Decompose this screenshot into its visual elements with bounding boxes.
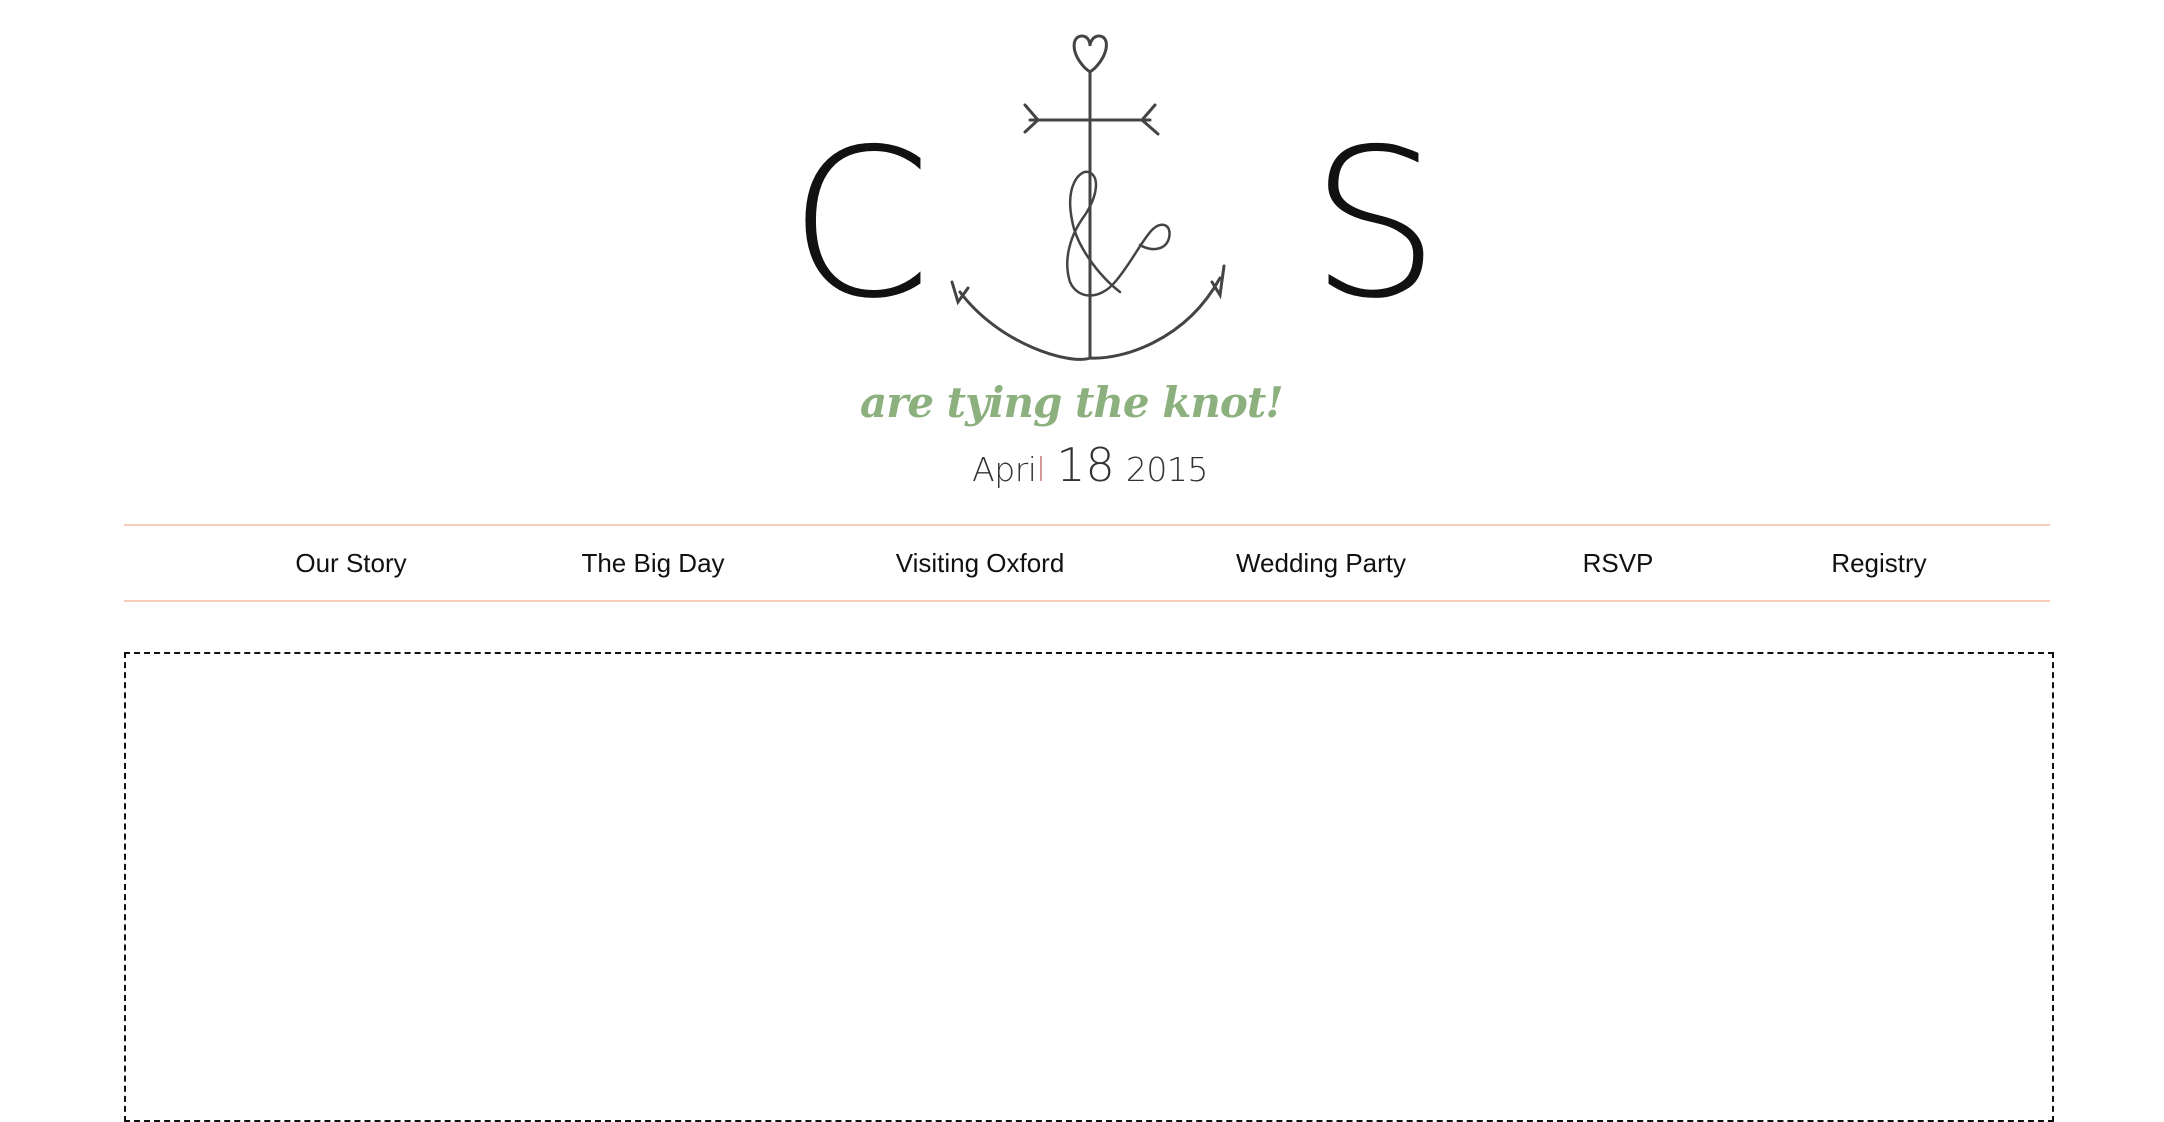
nav-item-our-story[interactable]: Our Story xyxy=(295,526,406,600)
date-month: April xyxy=(972,450,1045,489)
wedding-date: April 18 2015 xyxy=(960,438,1220,492)
nav-item-visiting-oxford[interactable]: Visiting Oxford xyxy=(896,526,1065,600)
main-nav: Our Story The Big Day Visiting Oxford We… xyxy=(124,524,2050,602)
date-month-tail: l xyxy=(1036,450,1046,489)
date-year: 2015 xyxy=(1125,450,1208,489)
monogram-logo: C S xyxy=(780,20,1460,380)
monogram-initial-left: C xyxy=(788,106,931,344)
anchor-ampersand-icon xyxy=(950,34,1226,361)
date-day: 18 xyxy=(1056,438,1115,492)
nav-item-registry[interactable]: Registry xyxy=(1831,526,1926,600)
monogram-svg: C S xyxy=(788,34,1440,361)
content-frame xyxy=(124,652,2054,1122)
nav-item-rsvp[interactable]: RSVP xyxy=(1583,526,1654,600)
nav-item-wedding-party[interactable]: Wedding Party xyxy=(1236,526,1406,600)
date-month-lead: Apri xyxy=(972,450,1037,489)
monogram-initial-right: S xyxy=(1310,106,1440,344)
site-header: C S are tying the knot! April 18 2015 xyxy=(0,0,2164,510)
nav-item-the-big-day[interactable]: The Big Day xyxy=(581,526,724,600)
tagline: are tying the knot! xyxy=(860,378,1284,427)
